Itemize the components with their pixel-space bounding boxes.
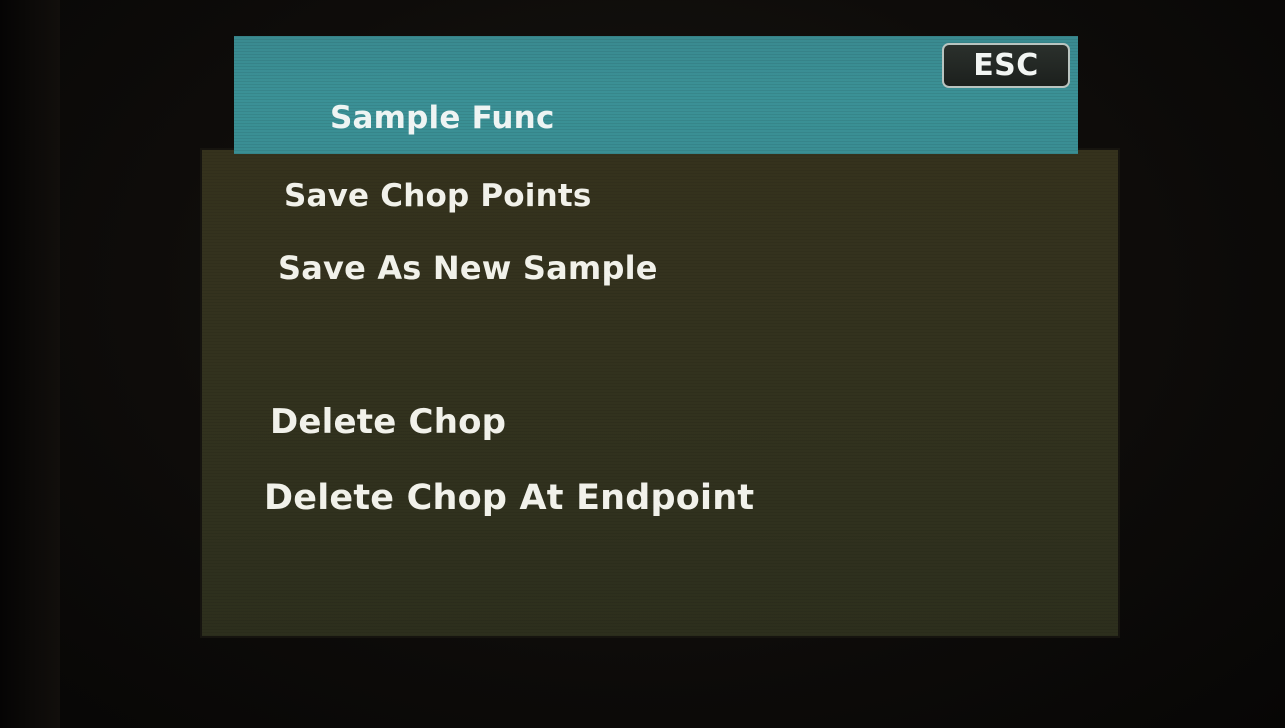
menu-item-delete-chop[interactable]: Delete Chop bbox=[270, 402, 506, 442]
menu-item-save-chop-points[interactable]: Save Chop Points bbox=[284, 178, 592, 214]
menu-item-delete-chop-at-endpoint[interactable]: Delete Chop At Endpoint bbox=[264, 478, 754, 518]
lcd-screen bbox=[202, 150, 1118, 636]
page-title: Sample Func bbox=[330, 100, 555, 136]
device-frame: Sample Func ESC Save Chop Points Save As… bbox=[0, 0, 1285, 728]
device-bezel bbox=[0, 0, 60, 728]
esc-button[interactable]: ESC bbox=[942, 43, 1070, 88]
menu-item-save-as-new-sample[interactable]: Save As New Sample bbox=[278, 249, 658, 287]
